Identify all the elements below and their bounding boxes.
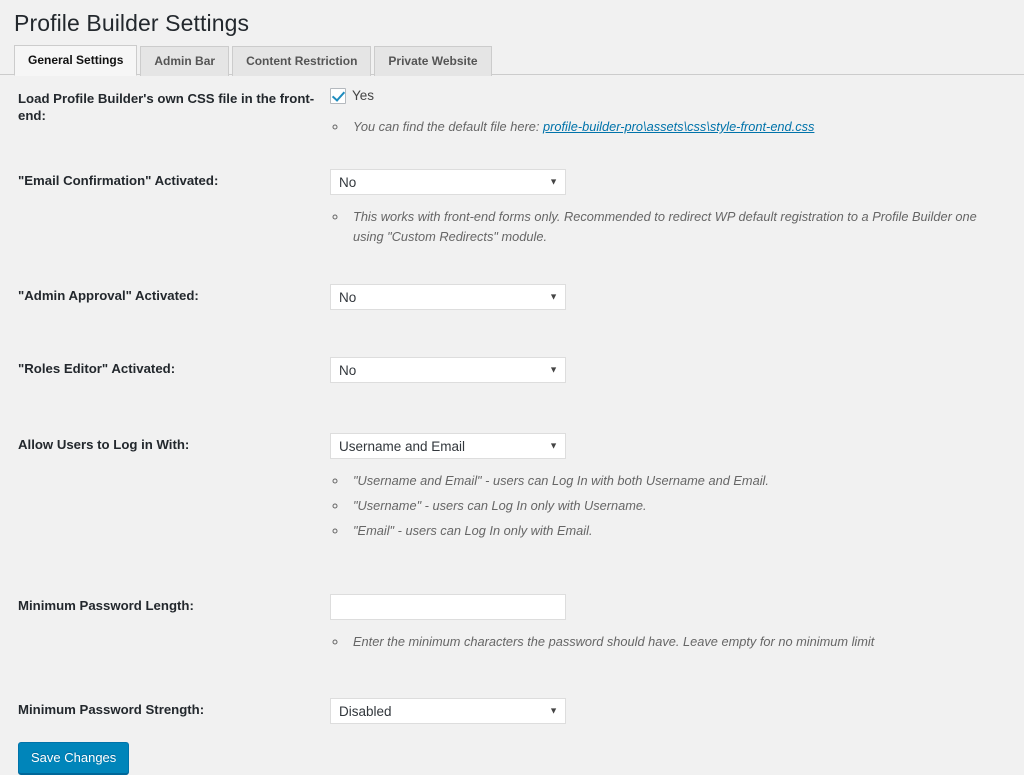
field-load-css: Yes You can find the default file here: … <box>330 75 1010 145</box>
setting-row-min-password-length: Minimum Password Length: Enter the minim… <box>0 551 1010 662</box>
label-roles-editor: "Roles Editor" Activated: <box>18 360 176 376</box>
email-confirmation-select-wrap: No ▼ <box>330 168 566 195</box>
min-password-strength-select-wrap: Disabled ▼ <box>330 697 566 724</box>
submit-area: Save Changes <box>0 742 1024 775</box>
login-with-description-item: "Username and Email" - users can Log In … <box>348 471 990 491</box>
field-email-confirmation: No ▼ This works with front-end forms onl… <box>330 145 1010 257</box>
roles-editor-select-wrap: No ▼ <box>330 356 566 383</box>
setting-row-min-password-strength: Minimum Password Strength: Disabled ▼ <box>0 662 1010 739</box>
label-email-confirmation: "Email Confirmation" Activated: <box>18 172 219 188</box>
load-css-checkbox-label: Yes <box>352 88 375 103</box>
field-min-password-strength: Disabled ▼ <box>330 662 1010 739</box>
load-css-checkbox[interactable] <box>330 88 346 104</box>
field-admin-approval: No ▼ <box>330 256 1010 325</box>
email-confirmation-select[interactable]: No <box>330 168 566 195</box>
save-changes-button[interactable]: Save Changes <box>18 742 130 775</box>
page-title: Profile Builder Settings <box>14 10 250 36</box>
login-with-select-wrap: Username and Email ▼ <box>330 433 566 460</box>
label-login-with: Allow Users to Log in With: <box>18 437 190 453</box>
label-load-css: Load Profile Builder's own CSS file in t… <box>18 91 315 123</box>
min-password-length-description-list: Enter the minimum characters the passwor… <box>330 632 990 652</box>
default-css-file-link[interactable]: profile-builder-pro\assets\css\style-fro… <box>543 119 814 134</box>
setting-row-admin-approval: "Admin Approval" Activated: No ▼ <box>0 256 1010 325</box>
admin-approval-select-wrap: No ▼ <box>330 284 566 311</box>
label-min-password-strength: Minimum Password Strength: <box>18 701 205 717</box>
load-css-checkbox-row[interactable]: Yes <box>330 87 1000 105</box>
tab-admin-bar[interactable]: Admin Bar <box>140 46 230 76</box>
login-with-description-item: "Username" - users can Log In only with … <box>348 496 990 516</box>
load-css-description-list: You can find the default file here: prof… <box>330 117 990 137</box>
tab-private-website[interactable]: Private Website <box>374 46 492 76</box>
setting-row-load-css: Load Profile Builder's own CSS file in t… <box>0 75 1010 145</box>
tab-bar: General Settings Admin Bar Content Restr… <box>0 45 1024 76</box>
min-password-length-input[interactable] <box>330 593 566 620</box>
field-login-with: Username and Email ▼ "Username and Email… <box>330 397 1010 550</box>
setting-row-roles-editor: "Roles Editor" Activated: No ▼ <box>0 325 1010 398</box>
settings-page: Profile Builder Settings General Setting… <box>0 0 1024 775</box>
tab-content-restriction[interactable]: Content Restriction <box>232 46 372 76</box>
field-min-password-length: Enter the minimum characters the passwor… <box>330 551 1010 662</box>
setting-row-login-with: Allow Users to Log in With: Username and… <box>0 397 1010 550</box>
admin-approval-select[interactable]: No <box>330 284 566 311</box>
min-password-length-description: Enter the minimum characters the passwor… <box>348 632 990 652</box>
roles-editor-select[interactable]: No <box>330 356 566 383</box>
tab-general-settings[interactable]: General Settings <box>14 45 138 76</box>
email-confirmation-description: This works with front-end forms only. Re… <box>348 207 978 247</box>
email-confirmation-description-list: This works with front-end forms only. Re… <box>330 207 978 247</box>
min-password-strength-select[interactable]: Disabled <box>330 697 566 724</box>
field-roles-editor: No ▼ <box>330 325 1010 398</box>
load-css-description-text: You can find the default file here: <box>353 119 543 134</box>
settings-form-table: Load Profile Builder's own CSS file in t… <box>0 75 1010 738</box>
label-admin-approval: "Admin Approval" Activated: <box>18 288 199 304</box>
setting-row-email-confirmation: "Email Confirmation" Activated: No ▼ Thi… <box>0 145 1010 257</box>
login-with-select[interactable]: Username and Email <box>330 433 566 460</box>
login-with-description-list: "Username and Email" - users can Log In … <box>330 471 990 540</box>
load-css-description: You can find the default file here: prof… <box>348 117 990 137</box>
login-with-description-item: "Email" - users can Log In only with Ema… <box>348 521 990 541</box>
label-min-password-length: Minimum Password Length: <box>18 597 194 613</box>
